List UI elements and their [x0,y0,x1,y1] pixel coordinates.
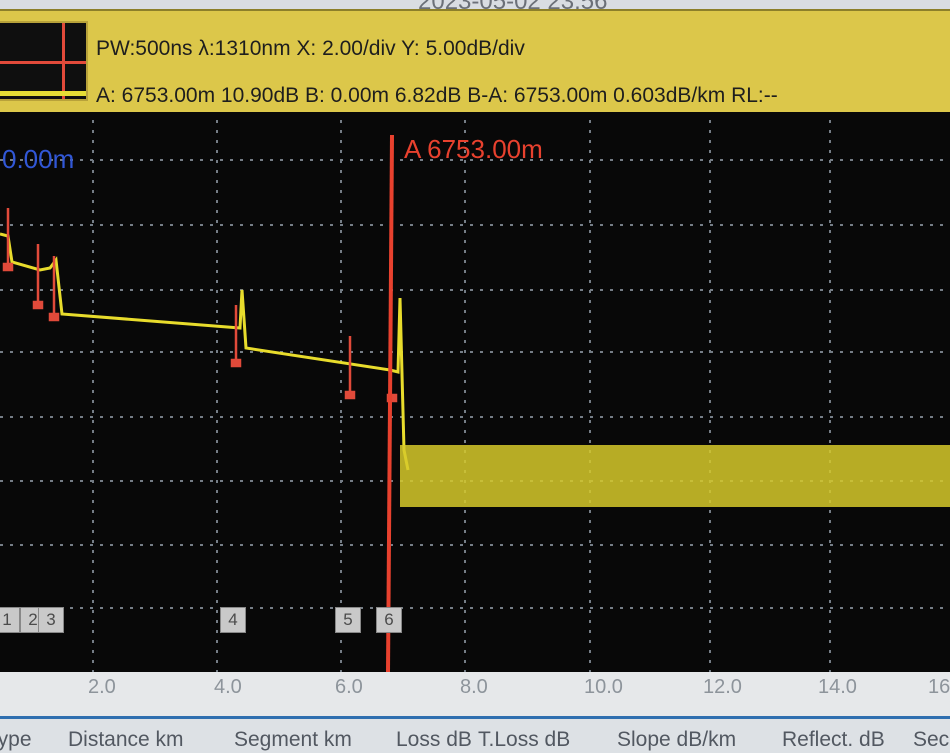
cursor-a-line [386,134,394,672]
event-5[interactable]: 5 [335,607,361,633]
trace-overview-thumbnail[interactable] [0,21,88,101]
x-tick: 14.0 [818,676,857,698]
column-loss[interactable]: Loss dB [396,728,472,752]
plot-grid [0,120,950,672]
x-tick: 4.0 [214,676,242,698]
x-tick: 12.0 [703,676,742,698]
x-tick: 6.0 [335,676,363,698]
event-6[interactable]: 6 [376,607,402,633]
cursor-readout: A: 6753.00m 10.90dB B: 0.00m 6.82dB B-A:… [96,84,778,107]
cursor-a-label[interactable]: A 6753.00m [404,134,543,165]
event-4[interactable]: 4 [220,607,246,633]
x-tick: 2.0 [88,676,116,698]
event-markers [2,208,398,403]
event-3[interactable]: 3 [38,607,64,633]
x-tick: 16 [928,676,950,698]
x-tick: 10.0 [584,676,623,698]
column-segment[interactable]: Segment km [234,728,352,752]
x-tick: 8.0 [460,676,488,698]
otdr-trace-plot[interactable] [0,112,950,672]
column-slope[interactable]: Slope dB/km [617,728,736,752]
acquisition-params: PW:500ns λ:1310nm X: 2.00/div Y: 5.00dB/… [96,37,525,60]
column-total-loss[interactable]: T.Loss dB [478,728,570,752]
noise-floor [400,445,950,507]
event-1[interactable]: 1 [0,607,20,633]
column-reflect[interactable]: Reflect. dB [782,728,885,752]
column-type[interactable]: Type [0,728,32,752]
column-sec[interactable]: Sec [913,728,949,752]
cursor-b-label: 0.00m [2,144,75,174]
column-distance[interactable]: Distance km [68,728,184,752]
